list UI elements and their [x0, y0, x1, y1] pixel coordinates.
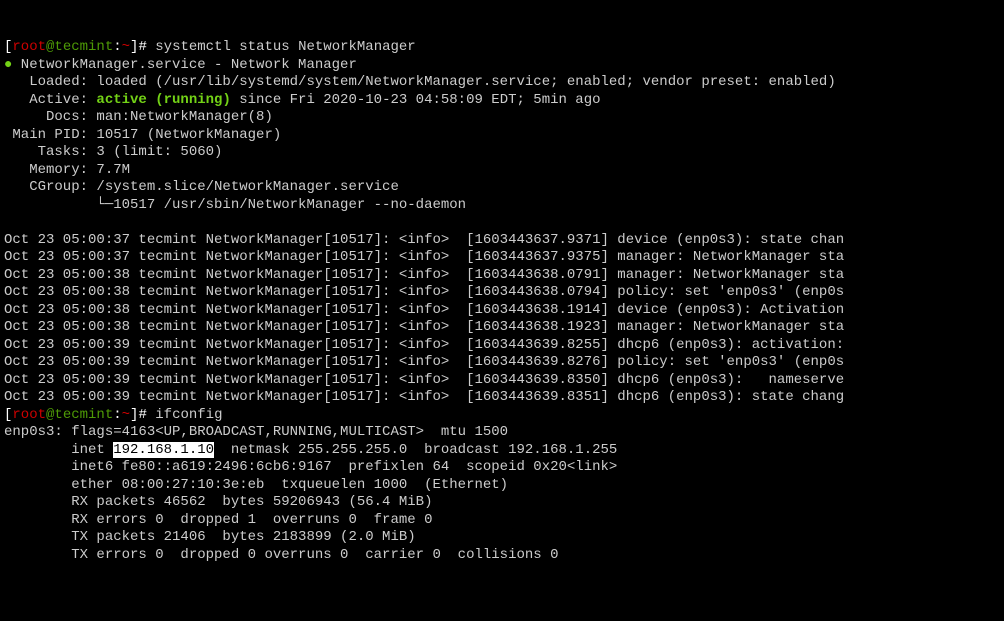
log-line: Oct 23 05:00:39 tecmint NetworkManager[1… — [4, 354, 844, 370]
ifconfig-tx-errors: TX errors 0 dropped 0 overruns 0 carrier… — [4, 547, 559, 563]
prompt-host: tecmint — [54, 39, 113, 55]
log-line: Oct 23 05:00:38 tecmint NetworkManager[1… — [4, 302, 844, 318]
ifconfig-inet-post: netmask 255.255.255.0 broadcast 192.168.… — [214, 442, 617, 458]
cgroup-line: CGroup: /system.slice/NetworkManager.ser… — [4, 179, 399, 195]
service-name: NetworkManager.service - Network Manager — [12, 57, 356, 73]
log-line: Oct 23 05:00:38 tecmint NetworkManager[1… — [4, 284, 844, 300]
terminal-output: [root@tecmint:~]# systemctl status Netwo… — [4, 39, 1000, 564]
prompt-path: ~ — [122, 39, 130, 55]
command-text[interactable]: ifconfig — [147, 407, 223, 423]
prompt-colon: : — [113, 407, 121, 423]
ifconfig-inet6: inet6 fe80::a619:2496:6cb6:9167 prefixle… — [4, 459, 617, 475]
ifconfig-rx-errors: RX errors 0 dropped 1 overruns 0 frame 0 — [4, 512, 432, 528]
prompt-colon: : — [113, 39, 121, 55]
ifconfig-tx-packets: TX packets 21406 bytes 2183899 (2.0 MiB) — [4, 529, 416, 545]
active-label: Active: — [4, 92, 96, 108]
prompt-hash: # — [138, 407, 146, 423]
cgroup-child-line: └─10517 /usr/sbin/NetworkManager --no-da… — [4, 197, 466, 213]
active-status: active (running) — [96, 92, 230, 108]
ifconfig-inet-pre: inet — [4, 442, 113, 458]
log-line: Oct 23 05:00:37 tecmint NetworkManager[1… — [4, 249, 844, 265]
log-line: Oct 23 05:00:38 tecmint NetworkManager[1… — [4, 267, 844, 283]
log-line: Oct 23 05:00:39 tecmint NetworkManager[1… — [4, 372, 844, 388]
log-line: Oct 23 05:00:39 tecmint NetworkManager[1… — [4, 337, 844, 353]
log-line: Oct 23 05:00:39 tecmint NetworkManager[1… — [4, 389, 844, 405]
ifconfig-ip-highlight: 192.168.1.10 — [113, 442, 214, 458]
mainpid-line: Main PID: 10517 (NetworkManager) — [4, 127, 281, 143]
prompt-path: ~ — [122, 407, 130, 423]
prompt-user: root — [12, 407, 46, 423]
tasks-line: Tasks: 3 (limit: 5060) — [4, 144, 222, 160]
prompt-host: tecmint — [54, 407, 113, 423]
loaded-line: Loaded: loaded (/usr/lib/systemd/system/… — [4, 74, 836, 90]
memory-line: Memory: 7.7M — [4, 162, 130, 178]
ifconfig-interface: enp0s3: flags=4163<UP,BROADCAST,RUNNING,… — [4, 424, 508, 440]
docs-line: Docs: man:NetworkManager(8) — [4, 109, 273, 125]
log-line: Oct 23 05:00:38 tecmint NetworkManager[1… — [4, 319, 844, 335]
log-line: Oct 23 05:00:37 tecmint NetworkManager[1… — [4, 232, 844, 248]
prompt-hash: # — [138, 39, 146, 55]
command-text[interactable]: systemctl status NetworkManager — [147, 39, 416, 55]
prompt-user: root — [12, 39, 46, 55]
ifconfig-ether: ether 08:00:27:10:3e:eb txqueuelen 1000 … — [4, 477, 508, 493]
active-since: since Fri 2020-10-23 04:58:09 EDT; 5min … — [231, 92, 601, 108]
ifconfig-rx-packets: RX packets 46562 bytes 59206943 (56.4 Mi… — [4, 494, 432, 510]
